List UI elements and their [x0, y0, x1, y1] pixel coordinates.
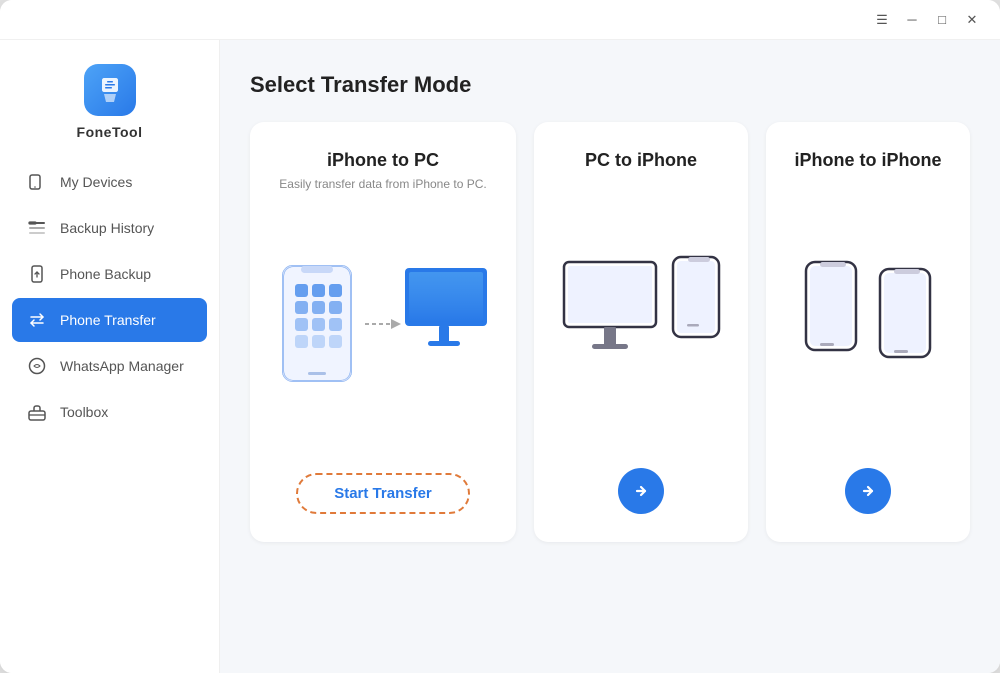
- sidebar-item-whatsapp-manager[interactable]: WhatsApp Manager: [12, 344, 207, 388]
- logo-svg: [94, 74, 126, 106]
- logo-text: FoneTool: [77, 124, 143, 140]
- card-iphone-to-pc-action[interactable]: Start Transfer: [296, 457, 470, 514]
- iphone-to-pc-svg: [273, 246, 493, 406]
- phone-backup-icon: [26, 263, 48, 285]
- device-icon: [26, 171, 48, 193]
- sidebar-item-phone-backup[interactable]: Phone Backup: [12, 252, 207, 296]
- minimize-icon: ─: [907, 12, 916, 27]
- card-pc-to-iphone[interactable]: PC to iPhone: [534, 122, 748, 542]
- sidebar-item-phone-transfer[interactable]: Phone Transfer: [12, 298, 207, 342]
- card-iphone-to-iphone[interactable]: iPhone to iPhone: [766, 122, 970, 542]
- sidebar-item-toolbox[interactable]: Toolbox: [12, 390, 207, 434]
- sidebar-item-backup-history-label: Backup History: [60, 220, 154, 236]
- backup-history-icon: [26, 217, 48, 239]
- minimize-button[interactable]: ─: [898, 6, 926, 34]
- sidebar-item-backup-history[interactable]: Backup History: [12, 206, 207, 250]
- page-title: Select Transfer Mode: [250, 72, 970, 98]
- sidebar-item-whatsapp-label: WhatsApp Manager: [60, 358, 184, 374]
- content-area: Select Transfer Mode iPhone to PC Easily…: [220, 40, 1000, 673]
- card-iphone-to-pc-title: iPhone to PC: [272, 150, 494, 171]
- card-iphone-to-iphone-title: iPhone to iPhone: [788, 150, 948, 171]
- nav-list: My Devices Backup History: [0, 160, 219, 653]
- card-iphone-to-iphone-image: [788, 205, 948, 428]
- card-iphone-to-iphone-action[interactable]: [845, 452, 891, 514]
- sidebar-item-phone-transfer-label: Phone Transfer: [60, 312, 156, 328]
- pc-to-iphone-button[interactable]: [618, 468, 664, 514]
- menu-icon: ☰: [876, 12, 888, 28]
- cards-container: iPhone to PC Easily transfer data from i…: [250, 122, 970, 542]
- card-iphone-to-pc[interactable]: iPhone to PC Easily transfer data from i…: [250, 122, 516, 542]
- sidebar-item-toolbox-label: Toolbox: [60, 404, 108, 420]
- start-transfer-button[interactable]: Start Transfer: [296, 473, 470, 514]
- card-pc-to-iphone-title: PC to iPhone: [556, 150, 726, 171]
- main-layout: FoneTool My Devices: [0, 40, 1000, 673]
- close-icon: ✕: [967, 12, 978, 28]
- card-pc-to-iphone-image: [556, 205, 726, 428]
- sidebar-item-my-devices[interactable]: My Devices: [12, 160, 207, 204]
- sidebar-item-phone-backup-label: Phone Backup: [60, 266, 151, 282]
- logo-icon: [84, 64, 136, 116]
- titlebar: ☰ ─ □ ✕: [0, 0, 1000, 40]
- maximize-button[interactable]: □: [928, 6, 956, 34]
- sidebar: FoneTool My Devices: [0, 40, 220, 673]
- arrow-right-icon: [631, 481, 651, 501]
- transfer-icon: [26, 309, 48, 331]
- app-window: ☰ ─ □ ✕: [0, 0, 1000, 673]
- logo-area: FoneTool: [0, 40, 219, 160]
- card-iphone-to-pc-image: [272, 219, 494, 433]
- close-button[interactable]: ✕: [958, 6, 986, 34]
- card-iphone-to-pc-subtitle: Easily transfer data from iPhone to PC.: [272, 177, 494, 191]
- card-pc-to-iphone-action[interactable]: [618, 452, 664, 514]
- iphone-to-iphone-button[interactable]: [845, 468, 891, 514]
- pc-to-iphone-svg: [556, 247, 726, 387]
- toolbox-icon: [26, 401, 48, 423]
- whatsapp-icon: [26, 355, 48, 377]
- maximize-icon: □: [938, 12, 946, 27]
- sidebar-item-my-devices-label: My Devices: [60, 174, 132, 190]
- menu-button[interactable]: ☰: [868, 6, 896, 34]
- iphone-to-iphone-svg: [788, 247, 948, 387]
- arrow-right-icon-2: [858, 481, 878, 501]
